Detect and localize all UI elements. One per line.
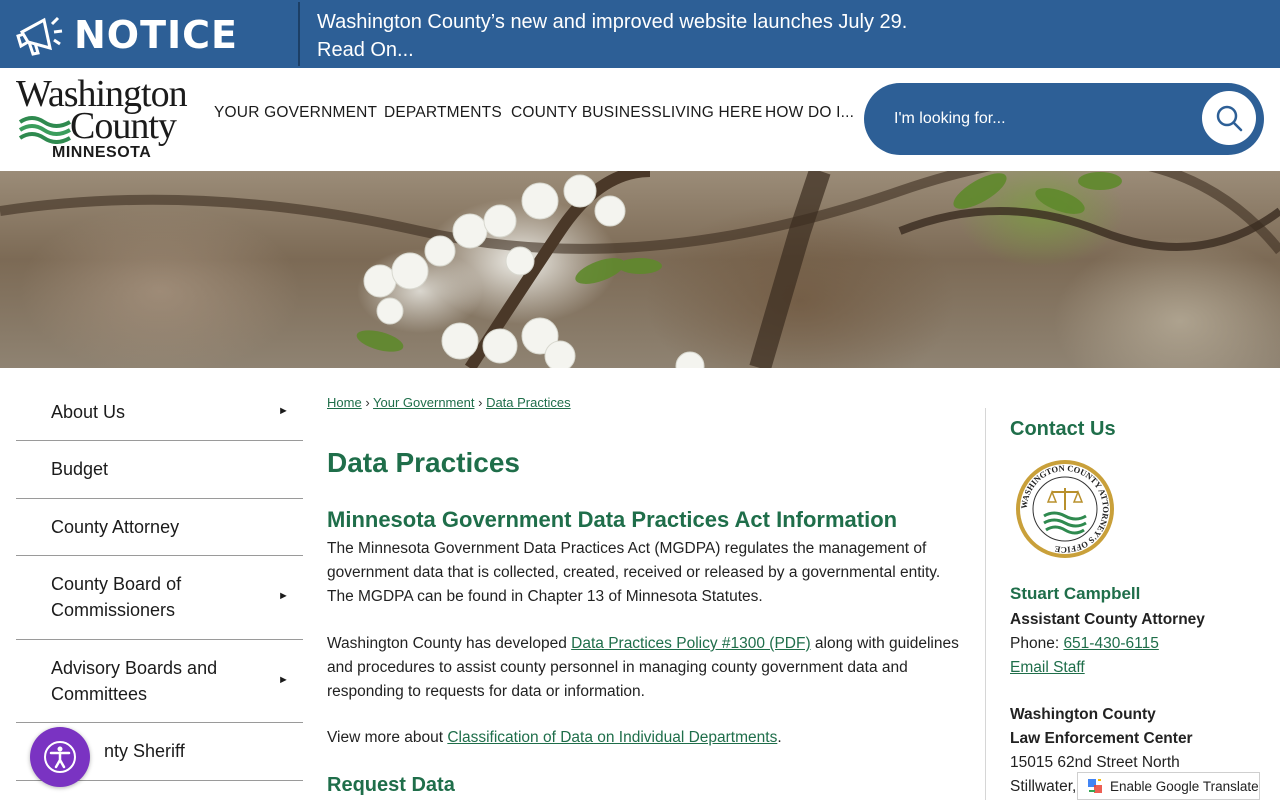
breadcrumb-data-practices[interactable]: Data Practices (486, 395, 571, 410)
sidebar-item-label-line2: Commissioners (51, 600, 176, 620)
submenu-arrow-icon[interactable]: ► (278, 405, 289, 417)
logo-word-minnesota: MINNESOTA (52, 144, 152, 161)
breadcrumb: Home › Your Government › Data Practices (327, 395, 967, 415)
phone-link[interactable]: 651-430-6115 (1063, 635, 1158, 652)
sidebar-item-advisory-boards[interactable]: Advisory Boards and Committees ► (16, 640, 303, 723)
paragraph-text: . (777, 729, 782, 746)
nav-departments[interactable]: DEPARTMENTS (384, 104, 502, 122)
nav-living-here[interactable]: LIVING HERE (662, 104, 762, 122)
breadcrumb-separator: › (365, 395, 370, 410)
google-translate-button[interactable]: Enable Google Translate (1077, 772, 1260, 800)
logo-word-county: County (70, 105, 177, 147)
sidebar-item-label: County Board of (51, 574, 182, 594)
paragraph-policy: Washington County has developed Data Pra… (327, 632, 967, 704)
contact-panel: Contact Us WASHINGTON COUNTY ATTORNEY'S … (1010, 418, 1270, 795)
paragraph-text: View more about (327, 729, 448, 746)
contact-building: Law Enforcement Center (1010, 730, 1193, 747)
paragraph-line: government data that is collected, creat… (327, 564, 941, 581)
accessibility-icon (44, 741, 76, 773)
sidebar-item-label: nty Sheriff (104, 741, 185, 761)
classification-link[interactable]: Classification of Data on Individual Dep… (447, 729, 777, 746)
notice-badge: NOTICE (0, 0, 299, 68)
paragraph-line: and procedures to assist county personne… (327, 659, 908, 676)
sidebar-item-budget[interactable]: Budget (16, 441, 303, 499)
nav-county-business[interactable]: COUNTY BUSINESS (511, 104, 662, 122)
sidebar-item-about-us[interactable]: About Us ► (16, 383, 303, 441)
section-title-request-data: Request Data (327, 774, 455, 796)
email-staff-link[interactable]: Email Staff (1010, 659, 1085, 676)
accessibility-button[interactable] (30, 727, 90, 787)
notice-message-line1[interactable]: Washington County’s new and improved web… (317, 8, 907, 36)
notice-label: NOTICE (74, 13, 239, 57)
notice-divider (298, 2, 300, 66)
nav-how-do-i[interactable]: HOW DO I... (765, 104, 854, 122)
main-content: Home › Your Government › Data Practices … (327, 395, 967, 796)
search-button[interactable] (1202, 91, 1256, 145)
sidebar-item-county-board[interactable]: County Board of Commissioners ► (16, 556, 303, 640)
logo-waves-icon (18, 116, 71, 144)
search-bar (864, 83, 1264, 155)
page-title: Data Practices (327, 447, 521, 478)
paragraph-line: The Minnesota Government Data Practices … (327, 540, 927, 557)
paragraph-classification: View more about Classification of Data o… (327, 726, 967, 750)
contact-role: Assistant County Attorney (1010, 611, 1205, 628)
contact-org: Washington County (1010, 706, 1156, 723)
sidebar-item-county-attorney[interactable]: County Attorney (16, 499, 303, 556)
contact-name: Stuart Campbell (1010, 584, 1141, 603)
sidebar-item-label: County Attorney (51, 517, 180, 537)
breadcrumb-home[interactable]: Home (327, 395, 362, 410)
contact-email: Email Staff (1010, 659, 1085, 677)
paragraph-line: responding to requests for data or infor… (327, 683, 645, 700)
county-logo[interactable]: Washington County MINNESOTA (14, 75, 194, 164)
sidebar-item-label-line2: Committees (51, 684, 148, 704)
column-divider (985, 408, 986, 800)
sidebar-navigation: About Us ► Budget County Attorney County… (16, 383, 303, 781)
submenu-arrow-icon[interactable]: ► (278, 590, 289, 602)
site-header: Washington County MINNESOTA YOUR GOVERNM… (0, 68, 1280, 171)
paragraph-text: along with guidelines (810, 635, 959, 652)
contact-address-line2: Stillwater, (1010, 778, 1077, 795)
contact-title: Contact Us (1010, 418, 1116, 440)
section-title-mgdpa: Minnesota Government Data Practices Act … (327, 507, 898, 532)
paragraph-line: Washington County has developed Data Pra… (327, 632, 967, 656)
google-translate-icon (1086, 777, 1104, 795)
breadcrumb-separator: › (478, 395, 483, 410)
notice-bar: NOTICE Washington County’s new and impro… (0, 0, 1280, 68)
sidebar-item-label: About Us (51, 402, 126, 422)
nav-your-government[interactable]: YOUR GOVERNMENT (214, 104, 377, 122)
submenu-arrow-icon[interactable]: ► (278, 674, 289, 686)
contact-phone: Phone: 651-430-6115 (1010, 635, 1159, 653)
search-icon (1216, 105, 1243, 132)
attorney-office-seal-icon: WASHINGTON COUNTY ATTORNEY'S OFFICE (1016, 460, 1114, 558)
notice-message[interactable]: Washington County’s new and improved web… (317, 8, 907, 64)
paragraph-mgdpa: The Minnesota Government Data Practices … (327, 537, 967, 609)
paragraph-text: Washington County has developed (327, 635, 572, 652)
breadcrumb-your-government[interactable]: Your Government (373, 395, 474, 410)
megaphone-icon (16, 16, 63, 56)
sidebar-item-label: Advisory Boards and (51, 658, 218, 678)
search-input[interactable] (894, 105, 1184, 133)
contact-address-line1: 15015 62nd Street North (1010, 754, 1180, 771)
policy-pdf-link[interactable]: Data Practices Policy #1300 (PDF) (571, 635, 810, 652)
phone-label: Phone: (1010, 635, 1064, 652)
hero-banner-image (0, 171, 1280, 368)
sidebar-item-label: Budget (51, 459, 109, 479)
notice-read-on-link[interactable]: Read On... (317, 36, 907, 64)
blossom-branch-illustration (0, 171, 1280, 368)
translate-label: Enable Google Translate (1110, 778, 1259, 794)
paragraph-line: The MGDPA can be found in Chapter 13 of … (327, 588, 763, 605)
